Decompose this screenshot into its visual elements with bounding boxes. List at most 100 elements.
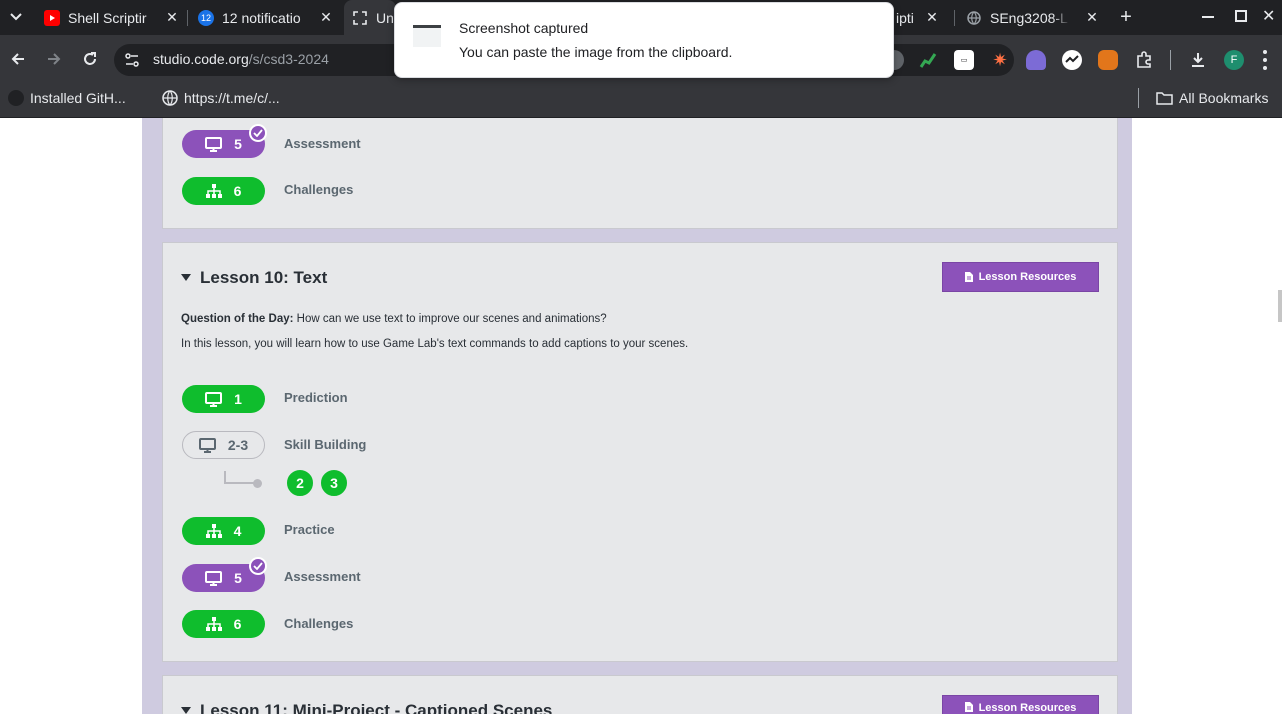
reload-button[interactable] bbox=[77, 46, 103, 72]
minimize-button[interactable] bbox=[1202, 16, 1214, 18]
profile-avatar[interactable]: F bbox=[1224, 50, 1244, 70]
hierarchy-icon bbox=[205, 184, 222, 198]
level-label[interactable]: Assessment bbox=[284, 569, 361, 584]
level-number: 6 bbox=[233, 183, 242, 199]
lesson-description: In this lesson, you will learn how to us… bbox=[181, 338, 689, 350]
question-of-the-day: Question of the Day: How can we use text… bbox=[181, 313, 607, 325]
lesson-resources-button[interactable]: Lesson Resources bbox=[942, 695, 1099, 714]
question-label: Question of the Day: bbox=[181, 313, 294, 325]
globe-icon bbox=[966, 10, 982, 26]
level-bubble-challenges[interactable]: 6 bbox=[182, 610, 265, 638]
collapse-triangle-icon[interactable] bbox=[181, 707, 191, 714]
tab-shell-scripting[interactable]: Shell Scriptir ✕ bbox=[36, 0, 186, 35]
scrollbar-thumb[interactable] bbox=[1278, 290, 1282, 322]
tab-separator bbox=[187, 10, 188, 26]
sublevel-connector-dot bbox=[253, 479, 262, 488]
tab-seng3208[interactable]: SEng3208-L ✕ bbox=[958, 0, 1106, 35]
level-number: 5 bbox=[234, 570, 242, 586]
url-path: /s/csd3-2024 bbox=[248, 51, 329, 67]
all-bookmarks-button[interactable]: All Bookmarks bbox=[1156, 88, 1268, 108]
bookmark-label: Installed GitH... bbox=[30, 90, 126, 106]
ghost-extension-icon[interactable] bbox=[1026, 50, 1046, 70]
back-button[interactable] bbox=[5, 46, 31, 72]
url-host: studio.code.org bbox=[153, 51, 249, 67]
completed-check-icon bbox=[249, 557, 267, 575]
lesson-resources-label: Lesson Resources bbox=[978, 702, 1077, 714]
reload-icon bbox=[84, 52, 96, 65]
sublevel-bubble[interactable]: 2 bbox=[285, 468, 315, 498]
level-label[interactable]: Challenges bbox=[284, 616, 353, 631]
puzzle-icon[interactable] bbox=[1134, 50, 1154, 70]
tab-active[interactable]: Un bbox=[344, 0, 396, 35]
level-number: 5 bbox=[234, 136, 242, 152]
tab-title: SEng3208-L bbox=[990, 9, 1068, 26]
download-icon[interactable] bbox=[1188, 50, 1208, 70]
toolbar-separator bbox=[1170, 50, 1171, 70]
tab-separator bbox=[954, 10, 955, 26]
chevron-down-icon bbox=[10, 13, 22, 21]
tab-hidden[interactable]: ipti ✕ bbox=[894, 0, 950, 35]
collapse-triangle-icon[interactable] bbox=[181, 274, 191, 281]
close-window-button[interactable]: ✕ bbox=[1262, 6, 1275, 26]
lesson-resources-button[interactable]: Lesson Resources bbox=[942, 262, 1099, 292]
close-icon[interactable]: ✕ bbox=[164, 9, 180, 25]
close-icon[interactable]: ✕ bbox=[924, 9, 940, 25]
lesson-title[interactable]: Lesson 10: Text bbox=[200, 268, 327, 288]
level-number: 4 bbox=[233, 523, 242, 539]
notification-title: Screenshot captured bbox=[459, 20, 589, 36]
new-tab-button[interactable]: + bbox=[1116, 5, 1136, 29]
screenshot-notification[interactable]: Screenshot captured You can paste the im… bbox=[394, 2, 894, 78]
bookmark-github[interactable]: Installed GitH... bbox=[8, 88, 126, 108]
globe-icon bbox=[162, 90, 178, 106]
bookmark-label: https://t.me/c/... bbox=[184, 90, 280, 106]
chart-extension-icon[interactable] bbox=[918, 50, 938, 70]
level-label[interactable]: Prediction bbox=[284, 390, 348, 405]
level-number: 6 bbox=[233, 616, 242, 632]
tab-title: 12 notificatio bbox=[222, 9, 301, 26]
close-icon[interactable]: ✕ bbox=[1084, 9, 1100, 25]
all-bookmarks-label: All Bookmarks bbox=[1179, 90, 1269, 106]
hierarchy-icon bbox=[205, 524, 222, 538]
level-number: 2-3 bbox=[227, 437, 249, 453]
forward-button[interactable] bbox=[41, 46, 67, 72]
level-bubble-practice[interactable]: 4 bbox=[182, 517, 265, 545]
tab-title: ipti bbox=[896, 9, 914, 26]
level-number: 1 bbox=[234, 391, 242, 407]
arrow-right-icon bbox=[48, 53, 61, 65]
level-label[interactable]: Challenges bbox=[284, 182, 353, 197]
screenshot-thumbnail bbox=[413, 25, 441, 47]
menu-icon[interactable] bbox=[1262, 50, 1268, 70]
level-label[interactable]: Skill Building bbox=[284, 437, 366, 452]
notification-body: You can paste the image from the clipboa… bbox=[459, 44, 733, 60]
site-info-icon[interactable] bbox=[124, 52, 140, 68]
document-icon bbox=[964, 702, 973, 712]
lesson-card-previous bbox=[162, 118, 1118, 229]
extension-icon[interactable]: ▭ bbox=[954, 50, 974, 70]
bookmark-telegram[interactable]: https://t.me/c/... bbox=[162, 88, 280, 108]
grid-icon bbox=[352, 10, 368, 26]
tab-title: Shell Scriptir bbox=[68, 9, 147, 26]
folder-icon bbox=[1156, 91, 1173, 105]
tab-title: Un bbox=[376, 9, 394, 26]
lesson-title[interactable]: Lesson 11: Mini-Project - Captioned Scen… bbox=[200, 701, 552, 714]
tab-search-button[interactable] bbox=[3, 4, 29, 30]
spark-extension-icon[interactable]: ✷ bbox=[990, 50, 1010, 70]
url-text[interactable]: studio.code.org/s/csd3-2024 bbox=[153, 51, 329, 67]
level-bubble-challenges[interactable]: 6 bbox=[182, 177, 265, 205]
question-text: How can we use text to improve our scene… bbox=[296, 313, 607, 325]
level-label[interactable]: Assessment bbox=[284, 136, 361, 151]
metamask-extension-icon[interactable] bbox=[1098, 50, 1118, 70]
close-icon[interactable]: ✕ bbox=[318, 9, 334, 25]
level-label[interactable]: Practice bbox=[284, 522, 335, 537]
notification-badge-icon: 12 bbox=[198, 9, 214, 26]
monitor-icon bbox=[205, 391, 223, 407]
extension-icon[interactable] bbox=[1062, 50, 1082, 70]
sublevel-bubble[interactable]: 3 bbox=[319, 468, 349, 498]
level-bubble-skill-building[interactable]: 2-3 bbox=[182, 431, 265, 459]
github-icon bbox=[8, 90, 24, 106]
monitor-icon bbox=[205, 136, 223, 152]
maximize-button[interactable] bbox=[1235, 10, 1247, 22]
tab-notifications[interactable]: 12 12 notificatio ✕ bbox=[190, 0, 340, 35]
level-bubble-prediction[interactable]: 1 bbox=[182, 385, 265, 413]
hierarchy-icon bbox=[205, 617, 222, 631]
